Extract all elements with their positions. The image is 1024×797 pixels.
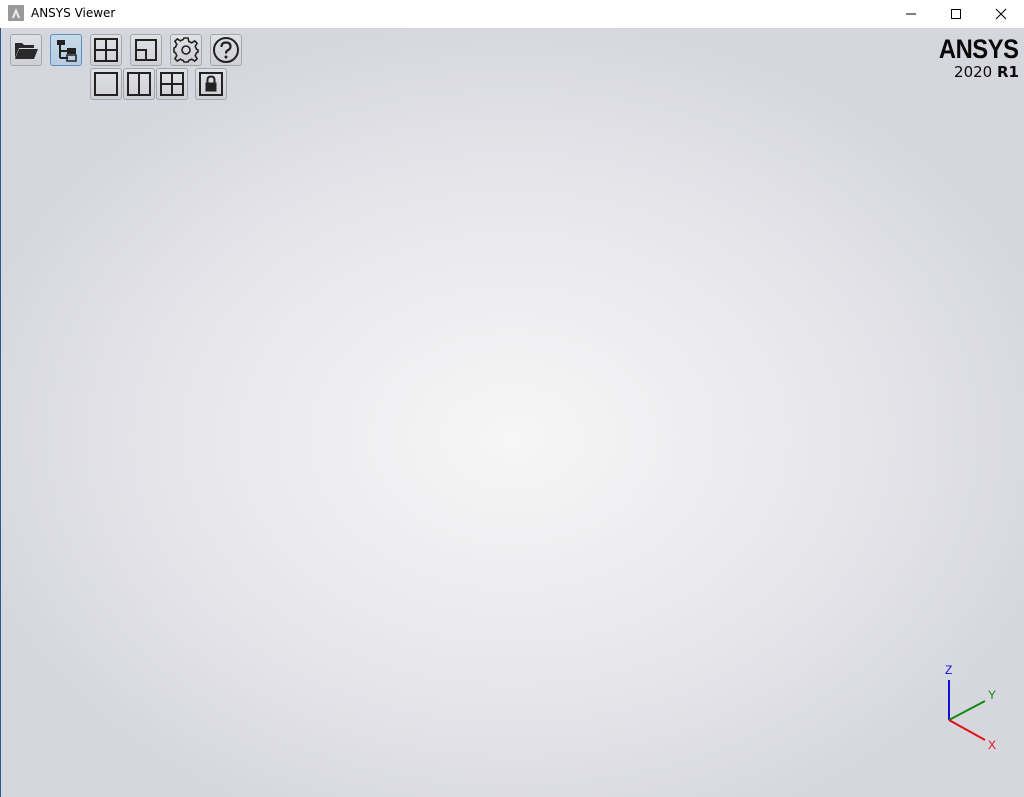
window-title: ANSYS Viewer xyxy=(31,6,116,20)
quad-grid-icon xyxy=(94,38,118,62)
close-icon xyxy=(995,8,1007,20)
logo-version: 2020 R1 xyxy=(928,65,1019,80)
z-axis-label: Z xyxy=(945,663,952,677)
x-axis-line xyxy=(948,719,986,741)
open-file-button[interactable] xyxy=(10,34,42,66)
minimize-button[interactable] xyxy=(888,0,934,28)
lock-viewports-button[interactable] xyxy=(195,68,227,100)
close-button[interactable] xyxy=(978,0,1024,28)
y-axis-line xyxy=(948,700,986,721)
y-axis-label: Y xyxy=(988,688,996,702)
logo-wordmark: ANSYS xyxy=(939,34,1019,64)
viewport-resize-button[interactable] xyxy=(130,34,162,66)
title-bar: ANSYS Viewer xyxy=(0,0,1024,28)
logo-year: 2020 xyxy=(954,63,993,81)
viewports-button[interactable] xyxy=(90,34,122,66)
four-viewports-button[interactable] xyxy=(156,68,188,100)
axis-triad: Z Y X xyxy=(937,660,1007,755)
tree-icon xyxy=(57,40,77,62)
maximize-icon xyxy=(951,9,961,19)
lock-icon xyxy=(199,72,223,96)
ansys-logo: ANSYS 2020 R1 xyxy=(928,36,1019,80)
folder-open-icon xyxy=(15,43,38,59)
logo-release: R1 xyxy=(997,63,1019,81)
two-viewports-button[interactable] xyxy=(123,68,155,100)
single-viewport-button[interactable] xyxy=(90,68,122,100)
ansys-app-icon xyxy=(8,5,24,21)
minimize-icon xyxy=(906,13,916,15)
single-pane-icon xyxy=(94,72,118,96)
gear-icon xyxy=(173,37,199,63)
help-icon xyxy=(213,37,239,63)
x-axis-label: X xyxy=(988,738,996,752)
model-tree-button[interactable] xyxy=(50,34,82,66)
quad-grid-icon xyxy=(160,72,184,96)
graphics-viewport[interactable]: ANSYS 2020 R1 Z Y X xyxy=(0,28,1024,797)
viewport-corner-icon xyxy=(135,39,157,61)
settings-button[interactable] xyxy=(170,34,202,66)
split-vertical-icon xyxy=(127,72,151,96)
help-button[interactable] xyxy=(210,34,242,66)
maximize-button[interactable] xyxy=(933,0,979,28)
